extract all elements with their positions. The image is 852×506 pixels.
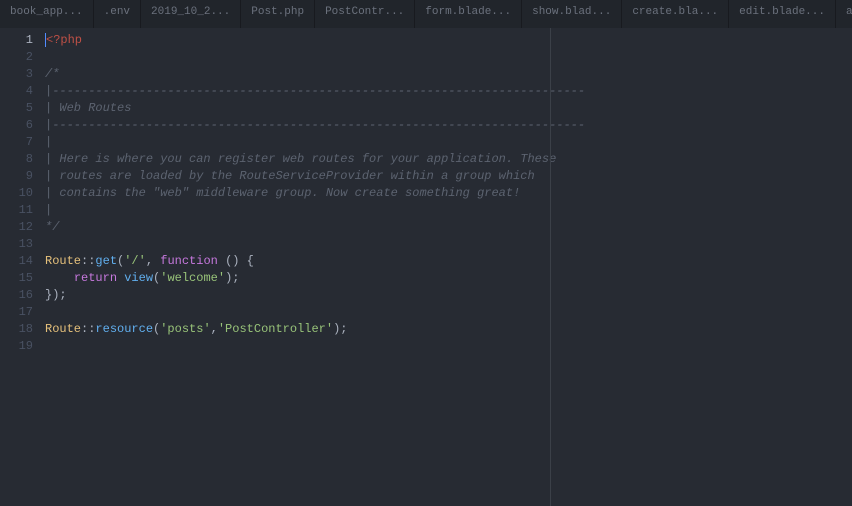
line-number: 16 [0, 287, 33, 304]
print-margin [550, 28, 551, 506]
line-number: 1 [0, 32, 33, 49]
tab--env[interactable]: .env [94, 0, 141, 28]
keyword: function [160, 254, 218, 268]
string: 'welcome' [160, 271, 225, 285]
comment: |---------------------------------------… [45, 84, 585, 98]
comment: | Here is where you can register web rou… [45, 152, 556, 166]
line-number: 4 [0, 83, 33, 100]
string: '/' [124, 254, 146, 268]
tab-book_app-[interactable]: book_app... [0, 0, 94, 28]
punct: }); [45, 288, 67, 302]
tab-create-bla-[interactable]: create.bla... [622, 0, 729, 28]
class-name: Route [45, 254, 81, 268]
method: get [95, 254, 117, 268]
comment: | routes are loaded by the RouteServiceP… [45, 169, 535, 183]
line-number: 5 [0, 100, 33, 117]
keyword: return [74, 271, 117, 285]
comment: | [45, 135, 52, 149]
method: resource [95, 322, 153, 336]
tab-app-php[interactable]: app.php [836, 0, 852, 28]
comment: |---------------------------------------… [45, 118, 585, 132]
class-name: Route [45, 322, 81, 336]
function: view [124, 271, 153, 285]
comment: /* [45, 67, 59, 81]
line-number: 19 [0, 338, 33, 355]
punct: , [146, 254, 160, 268]
string: 'posts' [160, 322, 210, 336]
tab-form-blade-[interactable]: form.blade... [415, 0, 522, 28]
punct: , [211, 322, 218, 336]
code-editor[interactable]: 12345678910111213141516171819 <?php /* |… [0, 28, 852, 506]
punct: ; [232, 271, 239, 285]
line-number: 7 [0, 134, 33, 151]
comment: */ [45, 220, 59, 234]
tab-show-blad-[interactable]: show.blad... [522, 0, 622, 28]
line-number: 3 [0, 66, 33, 83]
line-number: 13 [0, 236, 33, 253]
tab-PostContr-[interactable]: PostContr... [315, 0, 415, 28]
line-number: 18 [0, 321, 33, 338]
line-number: 9 [0, 168, 33, 185]
line-number: 2 [0, 49, 33, 66]
punct: { [239, 254, 253, 268]
line-number: 17 [0, 304, 33, 321]
line-number: 15 [0, 270, 33, 287]
line-number: 8 [0, 151, 33, 168]
editor-main: book_app....env2019_10_2...Post.phpPostC… [0, 0, 852, 506]
tab-Post-php[interactable]: Post.php [241, 0, 315, 28]
code-area[interactable]: <?php /* |------------------------------… [45, 28, 852, 506]
line-number: 12 [0, 219, 33, 236]
line-number: 14 [0, 253, 33, 270]
line-number: 11 [0, 202, 33, 219]
comment: | contains the "web" middleware group. N… [45, 186, 520, 200]
comment: | [45, 203, 52, 217]
punct: () [225, 254, 239, 268]
comment: | Web Routes [45, 101, 131, 115]
tab-bar: book_app....env2019_10_2...Post.phpPostC… [0, 0, 852, 28]
operator: :: [81, 322, 95, 336]
php-tag: <?php [46, 33, 82, 47]
string: 'PostController' [218, 322, 333, 336]
tab-edit-blade-[interactable]: edit.blade... [729, 0, 836, 28]
line-gutter: 12345678910111213141516171819 [0, 28, 45, 506]
line-number: 10 [0, 185, 33, 202]
operator: :: [81, 254, 95, 268]
line-number: 6 [0, 117, 33, 134]
tab-2019_10_2-[interactable]: 2019_10_2... [141, 0, 241, 28]
punct: ); [333, 322, 347, 336]
